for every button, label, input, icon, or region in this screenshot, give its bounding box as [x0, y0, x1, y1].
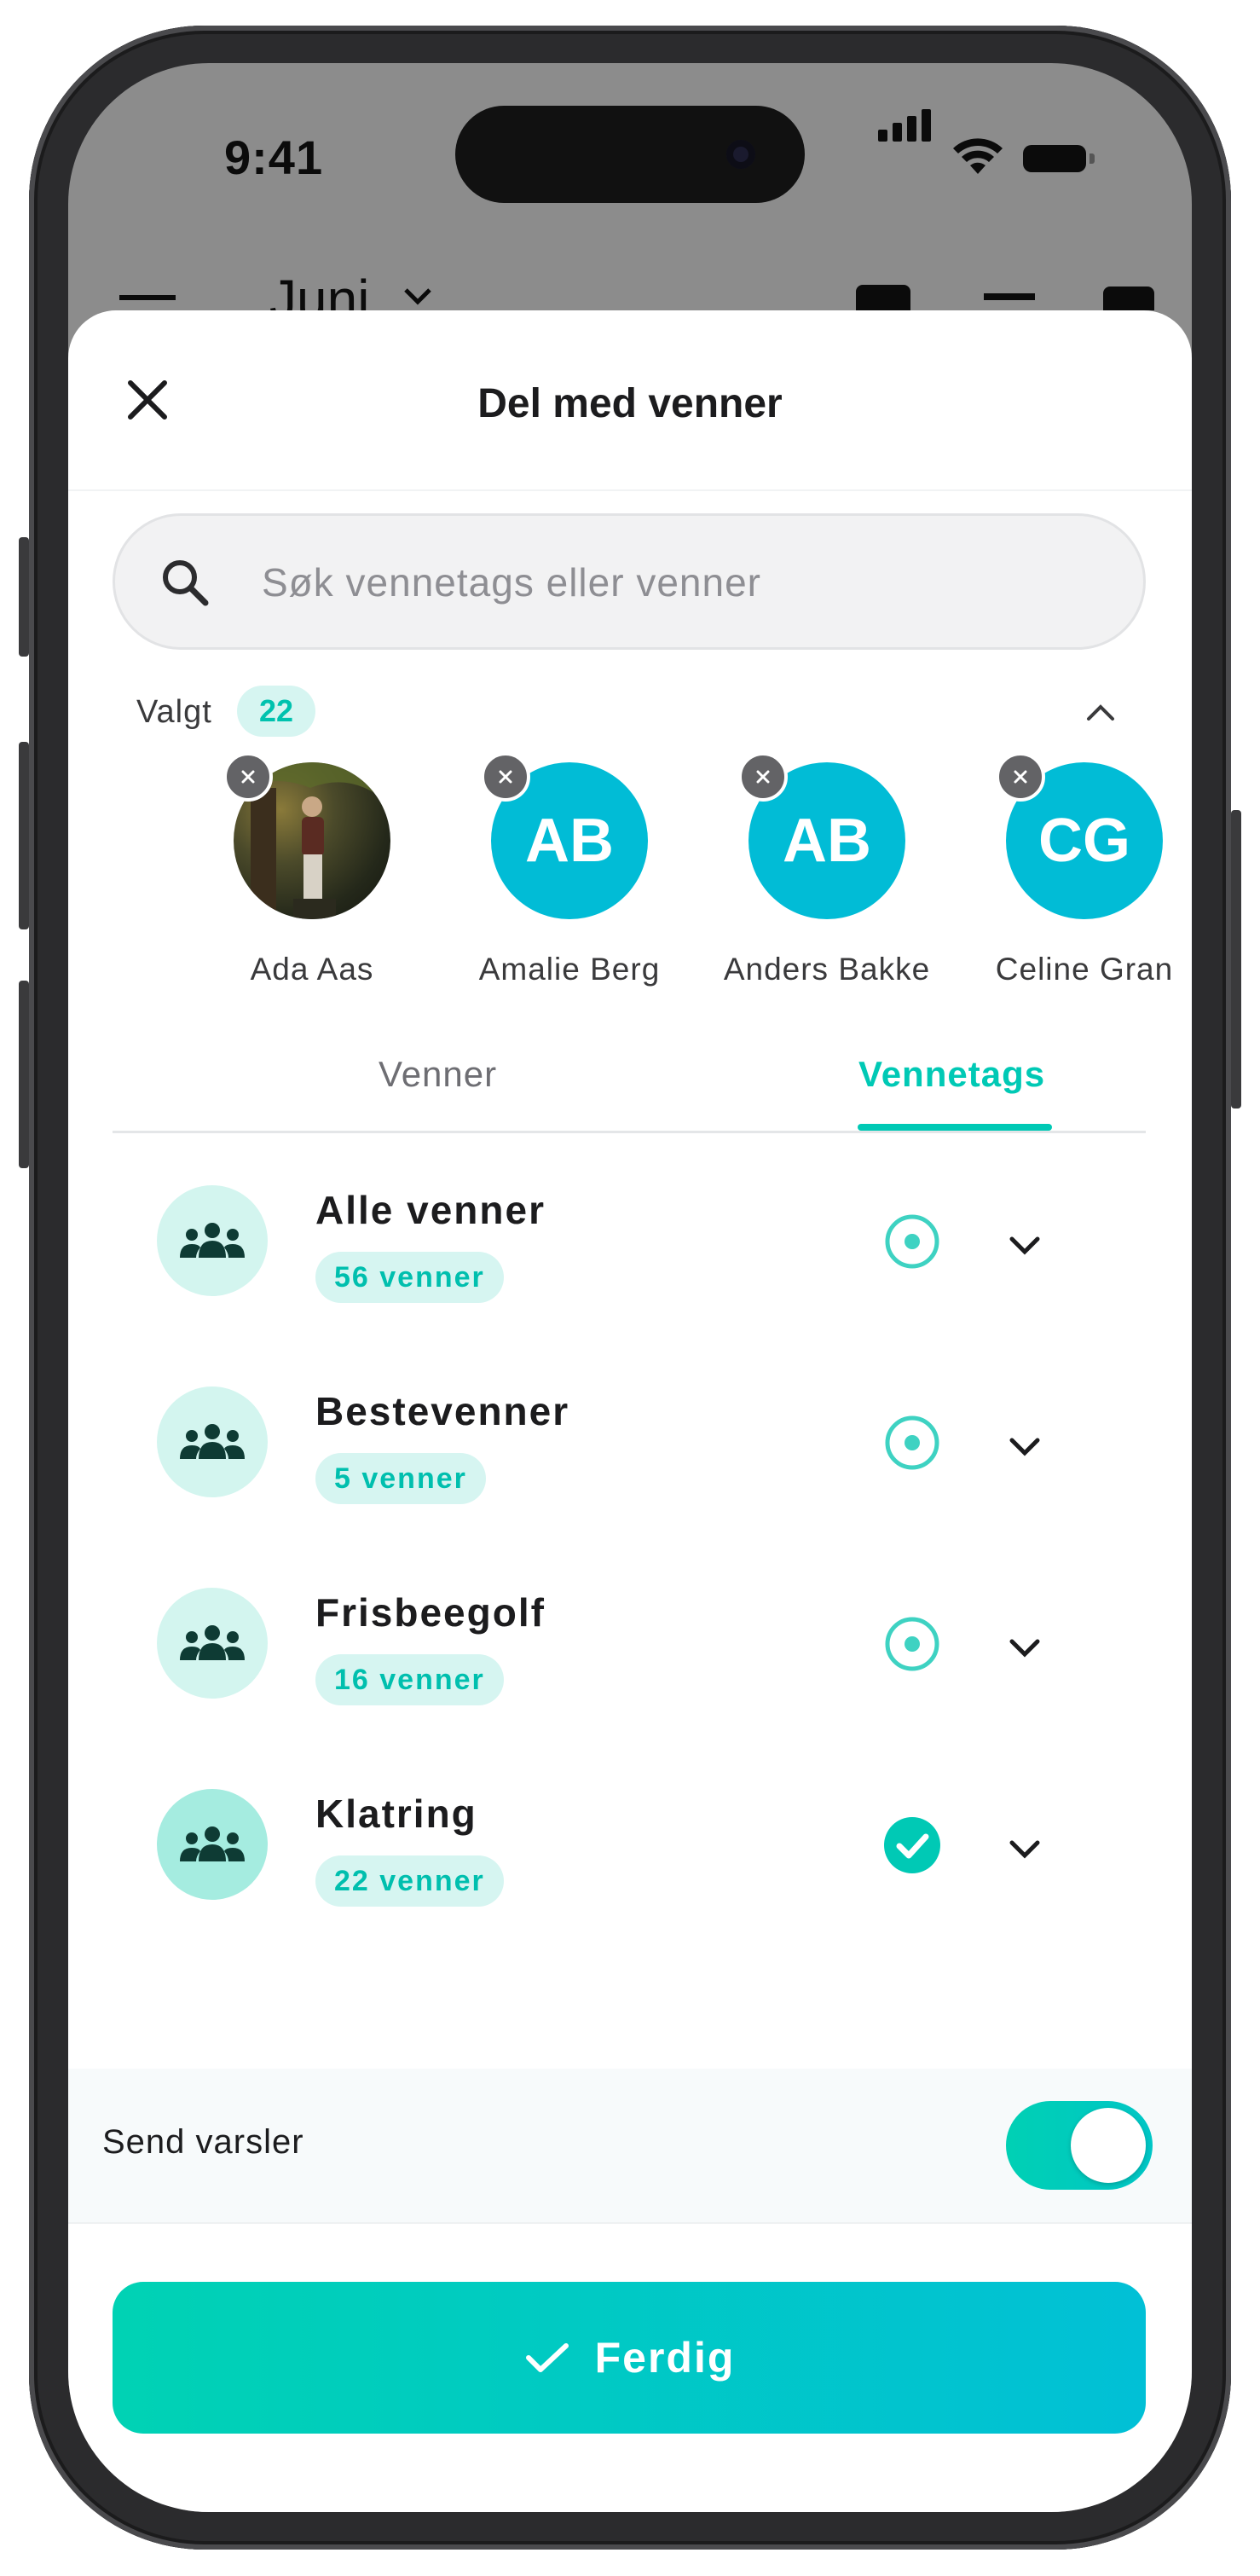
- search-icon: [163, 560, 209, 606]
- tab-bar: Venner Vennetags: [113, 1042, 1146, 1133]
- person-name: Anders Bakke: [723, 952, 931, 987]
- tag-count: 5 venner: [315, 1453, 486, 1504]
- selected-person: AB Amalie Berg: [459, 752, 680, 1018]
- tag-row[interactable]: Klatring 22 venner: [68, 1767, 1192, 1920]
- layout-icon: [1103, 287, 1154, 310]
- sheet-title: Del med venner: [477, 381, 783, 426]
- search-input[interactable]: [260, 516, 1099, 649]
- tag-name: Alle venner: [315, 1188, 546, 1232]
- battery-icon: [1023, 145, 1086, 172]
- close-icon: [499, 770, 512, 784]
- chevron-down-icon: [1009, 1639, 1040, 1658]
- wifi-icon: [953, 138, 1003, 174]
- chevron-down-icon: [1009, 1840, 1040, 1859]
- battery-tip: [1089, 153, 1095, 164]
- menu-icon: [119, 295, 176, 300]
- group-icon: [157, 1789, 268, 1900]
- tag-count: 22 venner: [315, 1855, 504, 1907]
- collapse-selected-button[interactable]: [1079, 691, 1122, 733]
- volume-up-button: [19, 742, 29, 929]
- remove-person-button[interactable]: [481, 752, 530, 802]
- group-icon: [157, 1386, 268, 1497]
- notification-label: Send varsler: [102, 2123, 304, 2161]
- dynamic-island: [455, 106, 805, 203]
- status-bar: 9:41: [68, 63, 1192, 203]
- status-time: 9:41: [224, 130, 324, 184]
- tab-vennetags[interactable]: Vennetags: [858, 1054, 1045, 1095]
- chevron-down-icon: [404, 288, 431, 305]
- close-icon: [241, 770, 255, 784]
- expand-tag-button[interactable]: [997, 1821, 1052, 1876]
- toggle-knob: [1071, 2108, 1146, 2183]
- notification-toggle[interactable]: [1006, 2101, 1153, 2190]
- tag-count: 16 venner: [315, 1654, 504, 1705]
- sheet-header: Del med venner: [68, 310, 1192, 491]
- notification-setting: Send varsler: [68, 2069, 1192, 2224]
- share-sheet: Del med venner Valgt 22: [68, 310, 1192, 2512]
- tag-name: Bestevenner: [315, 1389, 570, 1433]
- tag-count: 56 venner: [315, 1252, 504, 1303]
- screen: 9:41 Juni Del med venner Søk vennetags e…: [68, 63, 1192, 2512]
- selected-person: CG Celine Gran: [974, 752, 1192, 1018]
- remove-person-button[interactable]: [223, 752, 273, 802]
- remove-person-button[interactable]: [738, 752, 788, 802]
- checkmark-selected-icon[interactable]: [881, 1815, 943, 1876]
- partial-selection-radio[interactable]: [881, 1412, 943, 1473]
- person-name: Ada Aas: [250, 952, 374, 987]
- list-icon: [984, 293, 1035, 300]
- volume-down-button: [19, 981, 29, 1168]
- calendar-icon: [856, 285, 910, 310]
- done-button[interactable]: Ferdig: [113, 2282, 1146, 2434]
- expand-tag-button[interactable]: [997, 1419, 1052, 1473]
- person-name: Amalie Berg: [478, 952, 661, 987]
- selected-person: Ada Aas: [201, 752, 423, 1018]
- partial-selection-radio[interactable]: [881, 1613, 943, 1675]
- camera-icon: [726, 140, 755, 169]
- chevron-down-icon: [1009, 1438, 1040, 1456]
- selected-label: Valgt: [136, 694, 212, 730]
- done-label: Ferdig: [594, 2334, 736, 2382]
- action-button: [19, 537, 29, 657]
- selected-person: AB Anders Bakke: [716, 752, 938, 1018]
- expand-tag-button[interactable]: [997, 1218, 1052, 1272]
- group-icon: [157, 1185, 268, 1296]
- tag-row[interactable]: Bestevenner 5 venner: [68, 1364, 1192, 1518]
- active-tab-indicator: [858, 1124, 1052, 1131]
- close-icon: [1014, 770, 1027, 784]
- search-field[interactable]: [113, 513, 1146, 650]
- partial-selection-radio[interactable]: [881, 1211, 943, 1272]
- checkmark-icon: [525, 2343, 569, 2372]
- remove-person-button[interactable]: [996, 752, 1045, 802]
- tag-row[interactable]: Frisbeegolf 16 venner: [68, 1566, 1192, 1719]
- group-icon: [157, 1588, 268, 1699]
- person-name: Celine Gran: [995, 952, 1174, 987]
- selected-count-badge: 22: [237, 686, 315, 737]
- close-icon: [756, 770, 770, 784]
- tag-name: Klatring: [315, 1792, 477, 1836]
- expand-tag-button[interactable]: [997, 1620, 1052, 1675]
- chevron-up-icon: [1087, 704, 1114, 721]
- chevron-down-icon: [1009, 1236, 1040, 1255]
- tab-venner[interactable]: Venner: [379, 1054, 497, 1095]
- tag-row[interactable]: Alle venner 56 venner: [68, 1163, 1192, 1317]
- power-button: [1231, 810, 1241, 1109]
- tag-name: Frisbeegolf: [315, 1590, 546, 1635]
